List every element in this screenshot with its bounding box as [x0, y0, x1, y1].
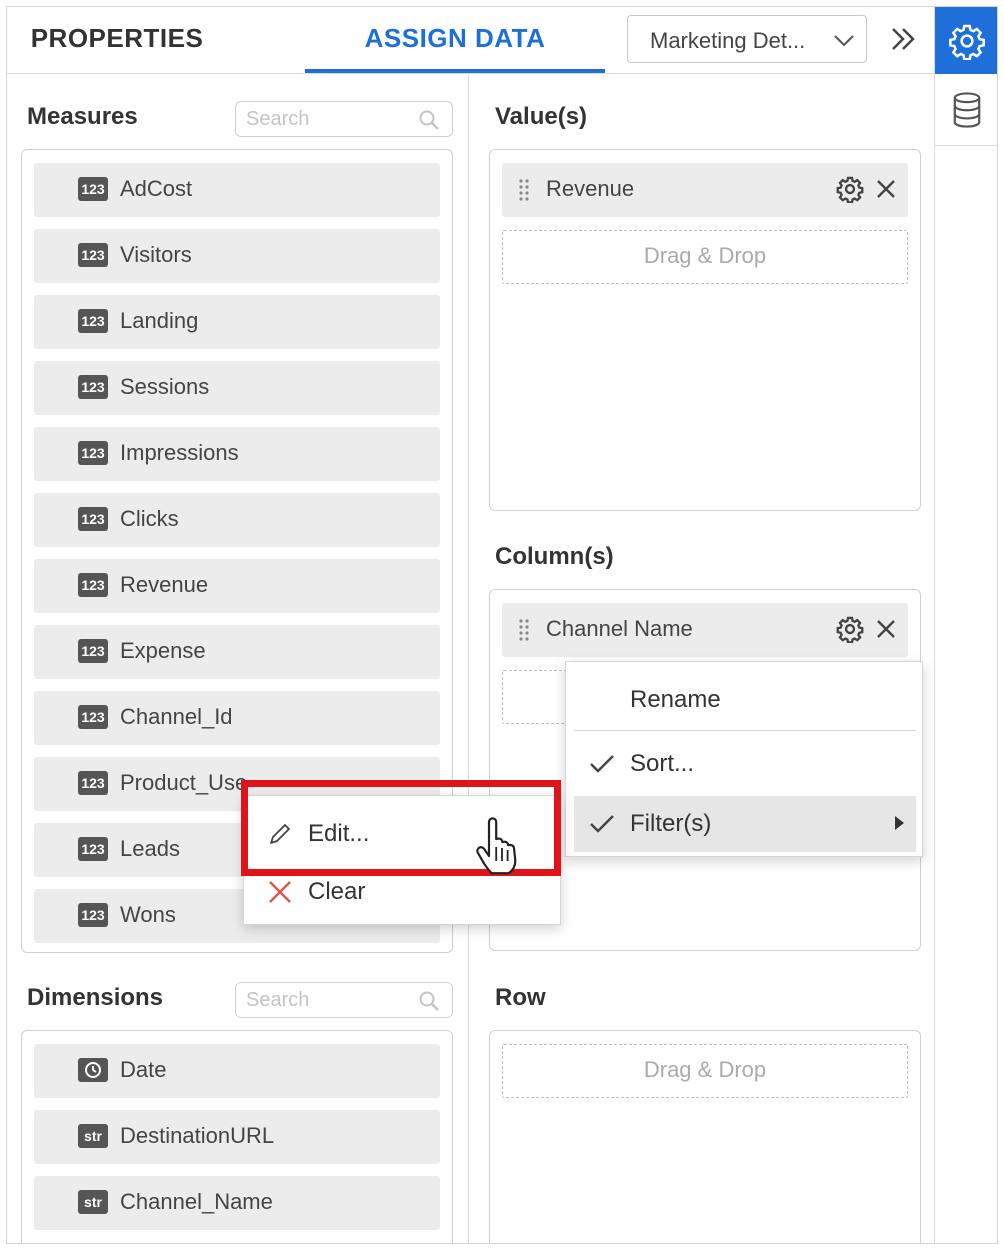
string-type-icon: str	[78, 1190, 108, 1214]
dimension-item[interactable]: str Channel_Name	[34, 1176, 440, 1230]
menu-item-sort[interactable]: Sort...	[574, 736, 916, 792]
row-title: Row	[495, 984, 546, 1011]
database-icon	[953, 91, 981, 128]
datasource-dropdown[interactable]: Marketing Det...	[627, 15, 867, 63]
dimension-label: DestinationURL	[120, 1123, 275, 1148]
numeric-type-icon: 123	[78, 243, 108, 267]
columns-field-label: Channel Name	[546, 616, 693, 641]
rail-datasource-button[interactable]	[935, 74, 997, 146]
columns-title: Column(s)	[495, 543, 614, 570]
measure-label: Channel_Id	[120, 704, 233, 729]
values-field-pill[interactable]: Revenue	[502, 163, 908, 217]
measure-item[interactable]: 123 Visitors	[34, 229, 440, 283]
dimensions-title: Dimensions	[27, 984, 164, 1011]
tab-properties[interactable]: PROPERTIES	[7, 7, 227, 74]
double-chevron-right-icon[interactable]	[885, 21, 921, 57]
values-title: Value(s)	[495, 103, 588, 130]
gear-icon	[949, 24, 985, 60]
measures-search-input[interactable]	[246, 106, 416, 132]
dimensions-search-input[interactable]	[246, 987, 416, 1013]
drag-handle-icon[interactable]	[518, 617, 530, 641]
numeric-type-icon: 123	[78, 837, 108, 861]
measure-item[interactable]: 123 Landing	[34, 295, 440, 349]
dimension-item[interactable]: str DestinationURL	[34, 1110, 440, 1164]
hand-pointer-cursor-icon	[476, 817, 517, 875]
search-icon	[419, 110, 439, 130]
measure-label: Sessions	[120, 374, 210, 399]
search-icon	[419, 991, 439, 1011]
dimension-label: Date	[120, 1057, 167, 1082]
dimension-item[interactable]: Date	[34, 1044, 440, 1098]
rail-properties-button[interactable]	[935, 7, 997, 74]
checkmark-icon	[590, 815, 614, 833]
gear-icon[interactable]	[836, 615, 864, 643]
values-drag-drop-target[interactable]: Drag & Drop	[502, 230, 908, 284]
numeric-type-icon: 123	[78, 441, 108, 465]
numeric-type-icon: 123	[78, 903, 108, 927]
submenu-arrow-icon	[895, 816, 904, 830]
measure-item[interactable]: 123 Impressions	[34, 427, 440, 481]
close-icon[interactable]	[874, 177, 898, 201]
measure-label: Landing	[120, 308, 199, 333]
gear-icon[interactable]	[836, 175, 864, 203]
values-field-label: Revenue	[546, 176, 635, 201]
measure-item[interactable]: 123 Revenue	[34, 559, 440, 613]
measure-label: AdCost	[120, 176, 193, 201]
numeric-type-icon: 123	[78, 375, 108, 399]
field-context-menu: Rename Sort... Filter(s)	[565, 661, 923, 857]
measure-label: Leads	[120, 836, 180, 861]
panel-header: PROPERTIES ASSIGN DATA Marketing Det...	[7, 7, 934, 74]
measure-item[interactable]: 123 Expense	[34, 625, 440, 679]
dimensions-search[interactable]	[235, 982, 453, 1018]
dimensions-list: Date str DestinationURL str Channel_Name	[21, 1030, 453, 1243]
numeric-type-icon: 123	[78, 573, 108, 597]
measure-label: Expense	[120, 638, 206, 663]
measure-item[interactable]: 123 Channel_Id	[34, 691, 440, 745]
row-drop-zone: Drag & Drop	[489, 1030, 921, 1243]
chevron-down-icon	[834, 35, 854, 47]
datasource-dropdown-value: Marketing Det...	[650, 28, 806, 53]
columns-field-pill[interactable]: Channel Name	[502, 603, 908, 657]
values-drop-zone: Revenue Drag & Drop	[489, 149, 921, 511]
menu-divider	[574, 730, 916, 731]
active-tab-indicator	[305, 69, 605, 73]
column-divider	[468, 74, 469, 1243]
numeric-type-icon: 123	[78, 507, 108, 531]
measure-item[interactable]: 123 Clicks	[34, 493, 440, 547]
measure-label: Wons	[120, 902, 176, 927]
menu-item-label: Sort...	[630, 750, 695, 777]
close-icon	[269, 881, 291, 903]
string-type-icon: str	[78, 1124, 108, 1148]
measure-item[interactable]: 123 AdCost	[34, 163, 440, 217]
checkmark-icon	[590, 755, 614, 773]
right-rail	[934, 7, 997, 1243]
submenu-item-label: Clear	[308, 878, 366, 905]
numeric-type-icon: 123	[78, 705, 108, 729]
menu-item-label: Filter(s)	[630, 810, 712, 837]
measures-title: Measures	[27, 103, 138, 130]
measure-item[interactable]: 123 Sessions	[34, 361, 440, 415]
menu-item-rename[interactable]: Rename	[574, 672, 916, 728]
numeric-type-icon: 123	[78, 177, 108, 201]
drag-handle-icon[interactable]	[518, 177, 530, 201]
measure-label: Clicks	[120, 506, 179, 531]
menu-item-label: Rename	[630, 686, 721, 713]
dimension-label: Channel_Name	[120, 1189, 273, 1214]
measure-label: Revenue	[120, 572, 209, 597]
measure-label: Product_Use	[120, 770, 248, 795]
numeric-type-icon: 123	[78, 639, 108, 663]
close-icon[interactable]	[874, 617, 898, 641]
numeric-type-icon: 123	[78, 771, 108, 795]
row-drag-drop-target[interactable]: Drag & Drop	[502, 1044, 908, 1098]
numeric-type-icon: 123	[78, 309, 108, 333]
measure-label: Impressions	[120, 440, 239, 465]
clock-icon	[78, 1058, 108, 1082]
assign-data-panel: PROPERTIES ASSIGN DATA Marketing Det... …	[6, 6, 998, 1244]
measure-label: Visitors	[120, 242, 192, 267]
tab-assign-data[interactable]: ASSIGN DATA	[305, 7, 605, 74]
menu-item-filters[interactable]: Filter(s)	[574, 796, 916, 852]
measures-search[interactable]	[235, 101, 453, 137]
